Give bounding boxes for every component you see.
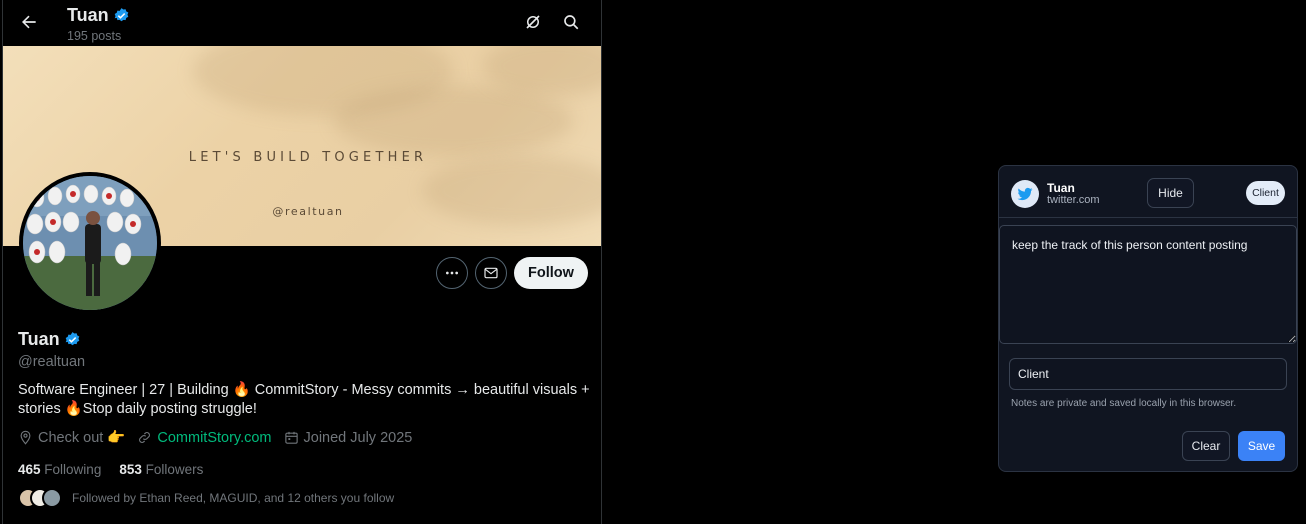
profile-handle: @realtuan <box>18 354 86 370</box>
verified-badge-icon <box>114 8 128 22</box>
follow-button[interactable]: Follow <box>514 257 588 289</box>
following-count: 465 <box>18 462 41 477</box>
header-title: Tuan <box>67 5 130 26</box>
followed-by-text: Followed by Ethan Reed, MAGUID, and 12 o… <box>72 491 395 505</box>
joined-item: Joined July 2025 <box>284 429 413 446</box>
follow-stats: 465 Following 853 Followers <box>18 462 203 477</box>
location-text: Check out 👉 <box>38 430 126 446</box>
panel-profile-name: Tuan <box>1047 181 1075 195</box>
following-stat[interactable]: 465 Following <box>18 462 101 477</box>
grok-icon <box>526 15 540 29</box>
follower-avatar <box>42 488 62 508</box>
website-item[interactable]: CommitStory.com <box>137 430 272 446</box>
location-pin-icon <box>20 430 31 445</box>
followers-stat[interactable]: 853 Followers <box>119 462 203 477</box>
notes-panel-header: Tuan twitter.com Hide Client <box>999 166 1297 218</box>
followers-label: Followers <box>145 462 204 477</box>
clear-button[interactable]: Clear <box>1182 431 1230 461</box>
avatar[interactable] <box>19 172 161 314</box>
verified-badge-icon[interactable] <box>64 331 81 348</box>
back-button[interactable] <box>15 8 43 36</box>
search-button[interactable] <box>559 10 583 34</box>
twitter-logo-icon <box>1011 180 1039 208</box>
avatar-photo <box>23 176 157 310</box>
client-badge: Client <box>1246 181 1285 205</box>
header-post-count: 195 posts <box>67 29 122 43</box>
followed-by-row[interactable]: Followed by Ethan Reed, MAGUID, and 12 o… <box>18 488 394 508</box>
profile-display-name: Tuan <box>18 329 81 350</box>
search-icon <box>564 15 579 30</box>
more-options-button[interactable] <box>436 257 468 289</box>
header-name: Tuan <box>67 5 109 25</box>
privacy-note: Notes are private and saved locally in t… <box>1011 398 1237 409</box>
mail-icon <box>484 267 498 279</box>
note-textarea[interactable]: keep the track of this person content po… <box>999 225 1297 344</box>
joined-text: Joined July 2025 <box>303 429 413 446</box>
link-icon <box>139 432 151 443</box>
location-item: Check out 👉 <box>18 429 125 446</box>
panel-domain: twitter.com <box>1047 194 1100 206</box>
banner-title: LET'S BUILD TOGETHER <box>188 150 428 165</box>
client-field[interactable] <box>1009 358 1287 390</box>
save-button[interactable]: Save <box>1238 431 1285 461</box>
profile-meta: Check out 👉 CommitStory.com Joined July … <box>18 429 424 446</box>
profile-name: Tuan <box>18 329 60 349</box>
profile-topbar: Tuan 195 posts <box>3 0 601 46</box>
grok-button[interactable] <box>521 10 545 34</box>
website-link[interactable]: CommitStory.com <box>157 430 271 446</box>
profile-column: Tuan 195 posts LET'S BUILD TOGETHER @rea <box>2 0 602 524</box>
back-arrow-icon <box>22 15 36 29</box>
notes-panel: Tuan twitter.com Hide Client keep the tr… <box>998 165 1298 472</box>
hide-button[interactable]: Hide <box>1147 178 1194 208</box>
profile-bio: Software Engineer | 27 | Building 🔥 Comm… <box>18 382 590 417</box>
more-dots-icon <box>446 271 458 275</box>
calendar-icon <box>284 431 298 444</box>
message-button[interactable] <box>475 257 507 289</box>
following-label: Following <box>44 462 102 477</box>
followers-count: 853 <box>119 462 142 477</box>
